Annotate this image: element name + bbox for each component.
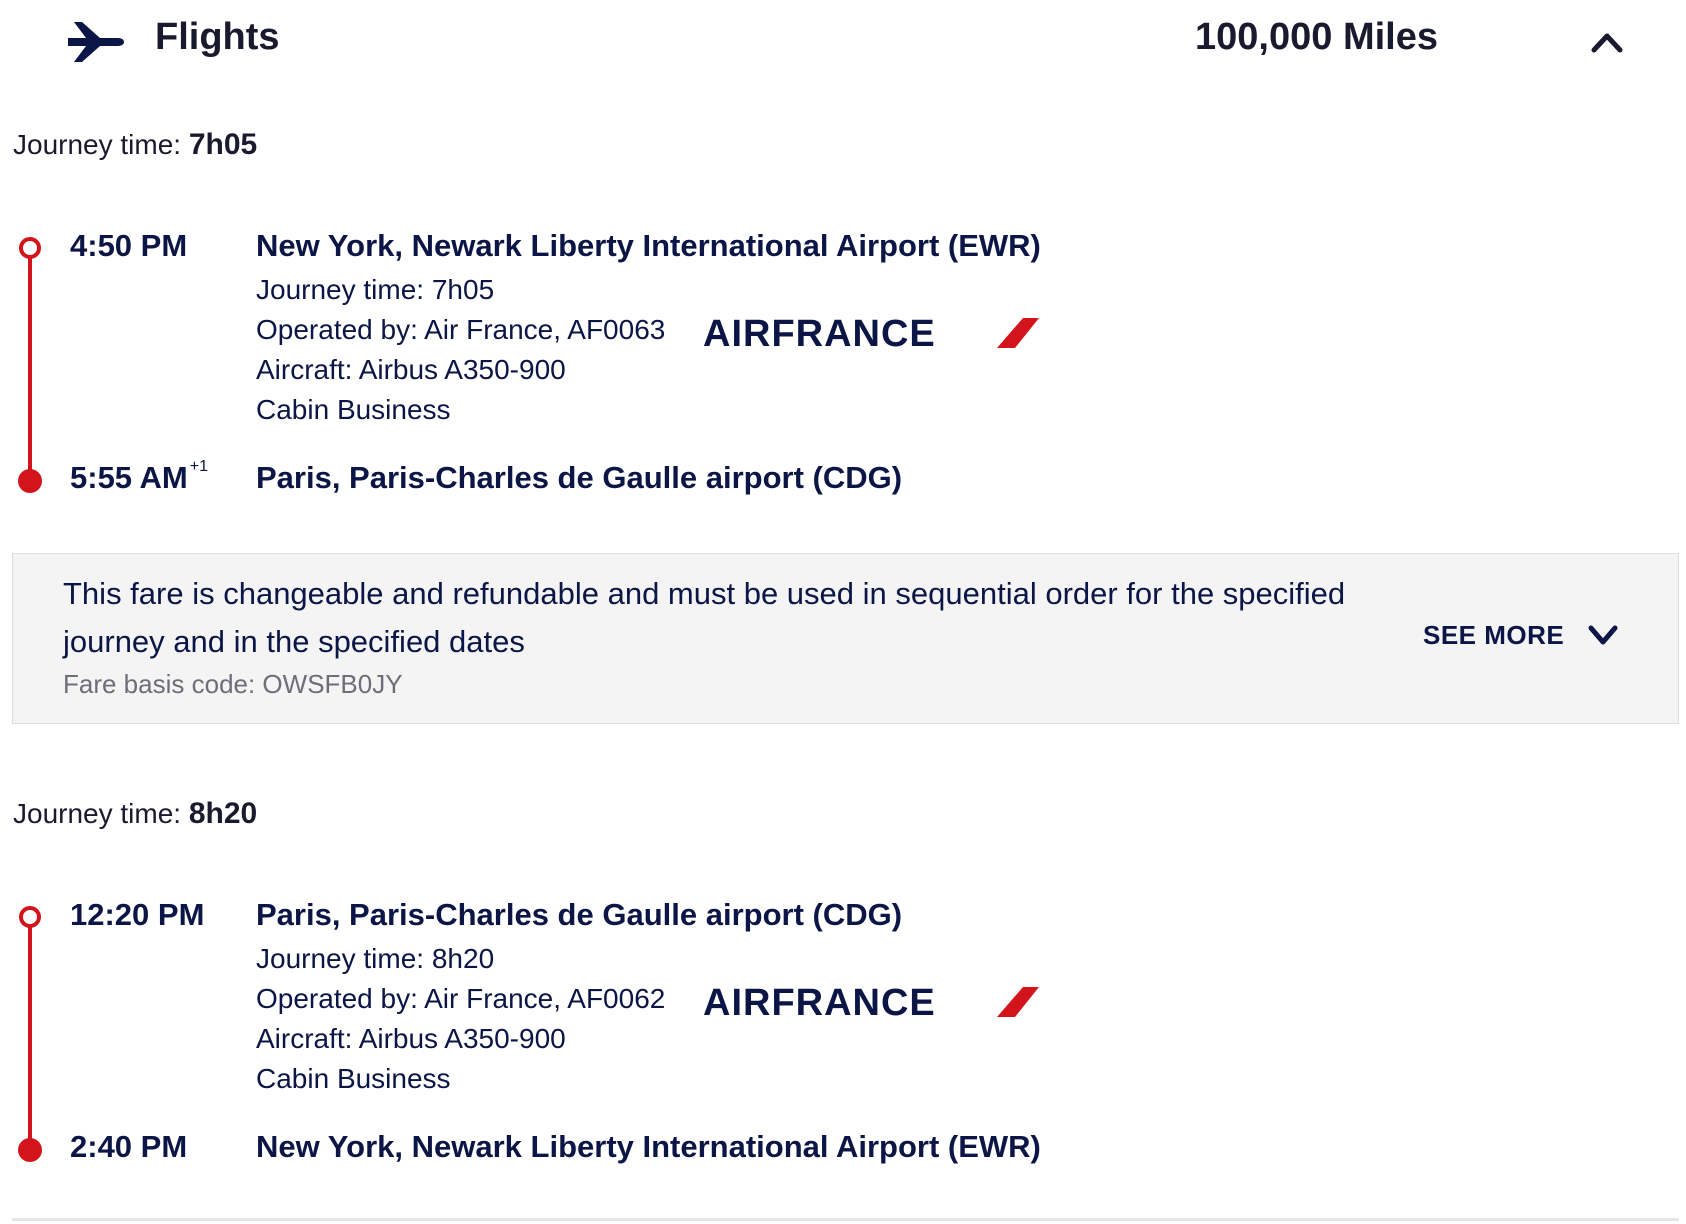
journey-time-summary: Journey time: 7h05 — [13, 128, 257, 162]
aircraft: Aircraft: Airbus A350-900 — [256, 1023, 566, 1054]
journey-time-value: 8h20 — [188, 797, 258, 830]
cabin-class: Cabin Business — [256, 394, 451, 425]
flights-header[interactable]: Flights 100,000 Miles — [0, 0, 1686, 80]
departure-airport: Paris, Paris-Charles de Gaulle airport (… — [256, 897, 903, 932]
fare-conditions-box: This fare is changeable and refundable a… — [12, 553, 1679, 724]
timeline-line — [28, 922, 32, 1150]
arrival-time: 5:55 AM — [70, 460, 188, 495]
arrival-time-wrap: 5:55 AM +1 — [70, 457, 208, 496]
operated-by: Operated by: Air France, AF0063 — [256, 314, 666, 345]
journey-time-value: 7h05 — [188, 128, 258, 161]
airline-logo-text: AIRFRANCE — [703, 982, 936, 1021]
miles-total: 100,000 Miles — [1195, 16, 1438, 58]
chevron-down-icon[interactable] — [1587, 622, 1619, 648]
airfrance-logo: AIRFRANCE — [703, 313, 1039, 352]
segment-journey-time: Journey time: 7h05 — [256, 274, 495, 305]
departure-time: 4:50 PM — [70, 228, 188, 263]
airline-logo-text: AIRFRANCE — [703, 313, 936, 352]
departure-marker — [19, 906, 41, 928]
see-more-button[interactable]: SEE MORE — [1423, 620, 1564, 651]
divider — [12, 1218, 1679, 1221]
operated-by: Operated by: Air France, AF0062 — [256, 983, 666, 1014]
arrival-marker — [18, 1138, 42, 1162]
cabin-class: Cabin Business — [256, 1063, 451, 1094]
arrival-marker — [18, 469, 42, 493]
arrival-airport: New York, Newark Liberty International A… — [256, 1129, 1041, 1164]
fare-description: This fare is changeable and refundable a… — [63, 576, 1346, 659]
plane-icon — [68, 22, 124, 62]
chevron-up-icon[interactable] — [1590, 26, 1624, 56]
departure-airport: New York, Newark Liberty International A… — [256, 228, 1041, 263]
section-title: Flights — [155, 16, 280, 58]
arrival-time: 2:40 PM — [70, 1129, 188, 1164]
fare-basis-code: Fare basis code: OWSFB0JY — [63, 669, 403, 699]
arrival-airport: Paris, Paris-Charles de Gaulle airport (… — [256, 460, 903, 495]
arrival-time-wrap: 2:40 PM — [70, 1129, 189, 1165]
day-offset: +1 — [189, 457, 208, 475]
journey-time-label: Journey time: — [13, 798, 189, 829]
journey-time-label: Journey time: — [13, 129, 189, 160]
journey-time-summary: Journey time: 8h20 — [13, 797, 257, 831]
segment-journey-time: Journey time: 8h20 — [256, 943, 495, 974]
timeline-line — [28, 253, 32, 481]
departure-time: 12:20 PM — [70, 897, 205, 932]
aircraft: Aircraft: Airbus A350-900 — [256, 354, 566, 385]
departure-marker — [19, 237, 41, 259]
airfrance-logo: AIRFRANCE — [703, 982, 1039, 1021]
